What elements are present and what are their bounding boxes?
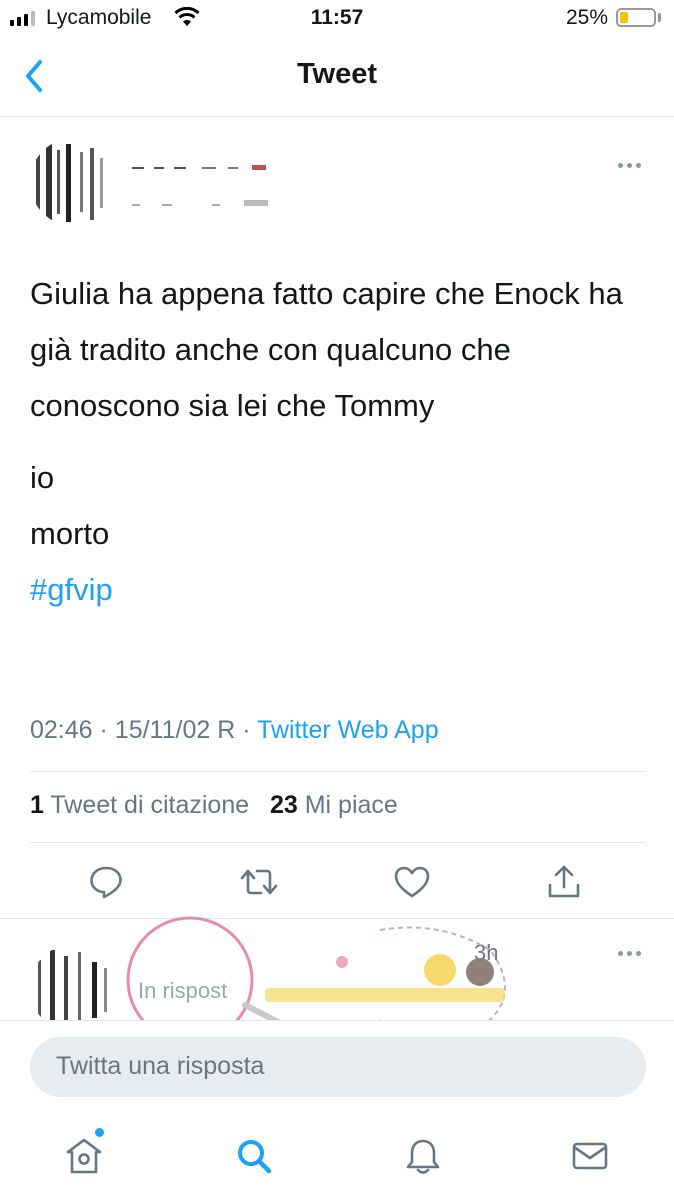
tab-search[interactable] [232, 1134, 276, 1178]
likes-stat[interactable]: 23 Mi piace [270, 791, 398, 819]
tweet-text: Giulia ha appena fatto capire che Enock … [30, 266, 640, 618]
more-dot [626, 162, 632, 168]
author-name-obscured [132, 165, 266, 170]
tweet-line: morto [30, 516, 110, 551]
more-dot [635, 950, 641, 956]
search-icon [238, 1140, 272, 1174]
obscured-avatar-image [36, 142, 103, 224]
reply-avatar[interactable] [30, 944, 118, 1032]
tweet-meta: 02:46 · 15/11/02 R · Twitter Web App [30, 716, 439, 745]
like-count: 23 [269, 791, 298, 819]
quote-count: 1 [30, 791, 44, 819]
more-dot [617, 162, 623, 168]
more-dot [626, 950, 632, 956]
battery-level [620, 12, 628, 23]
more-dot [617, 950, 623, 956]
reply-button[interactable] [84, 860, 128, 904]
section-divider [0, 918, 674, 919]
reply-time: 3h [474, 940, 499, 965]
divider [30, 842, 646, 843]
divider [30, 771, 646, 772]
composer-placeholder: Twitta una risposta [56, 1052, 265, 1080]
meta-separator: · [242, 716, 251, 744]
author-handle-obscured [132, 200, 268, 206]
share-button[interactable] [542, 860, 586, 904]
home-notification-dot [95, 1128, 104, 1137]
author-avatar[interactable] [30, 138, 118, 226]
reply-context: In rispost [138, 978, 228, 1003]
quote-label: Tweet di citazione [50, 791, 250, 819]
home-icon [66, 1138, 102, 1174]
tweet-line: io [30, 460, 55, 495]
tweet-time: 02:46 [30, 716, 93, 744]
tweet-line: Giulia ha appena fatto capire che Enock … [30, 276, 623, 423]
more-options-button[interactable] [612, 152, 646, 178]
tweet-source-link[interactable]: Twitter Web App [257, 716, 439, 744]
more-dot [635, 162, 641, 168]
like-label: Mi piace [304, 791, 398, 819]
tweet-actions [0, 860, 674, 906]
battery-tip [658, 13, 661, 22]
tab-home[interactable] [62, 1134, 106, 1178]
obscured-avatar-image [38, 950, 107, 1028]
quote-tweets-stat[interactable]: 1 Tweet di citazione [30, 791, 249, 819]
tweet-stats: 1 Tweet di citazione 23 Mi piace [30, 791, 398, 820]
meta-separator: · [99, 716, 108, 744]
status-bar: Lycamobile 11:57 25% [0, 0, 674, 40]
notifications-icon [406, 1139, 440, 1174]
retweet-icon [240, 869, 278, 895]
share-icon [548, 865, 580, 898]
battery-percent: 25% [566, 6, 609, 29]
tweet-date: 15/11/02 R [114, 716, 236, 744]
battery-icon [616, 8, 656, 27]
retweet-button[interactable] [237, 860, 281, 904]
reply-icon [90, 866, 122, 899]
hashtag-link[interactable]: #gfvip [30, 562, 640, 618]
page-title: Tweet [296, 58, 378, 90]
like-icon [394, 866, 430, 898]
tab-notifications[interactable] [401, 1134, 445, 1178]
messages-icon [572, 1142, 608, 1170]
tab-messages[interactable] [568, 1134, 612, 1178]
nav-bar: Tweet [0, 40, 674, 117]
reply-more-button[interactable] [612, 940, 646, 966]
like-button[interactable] [390, 860, 434, 904]
